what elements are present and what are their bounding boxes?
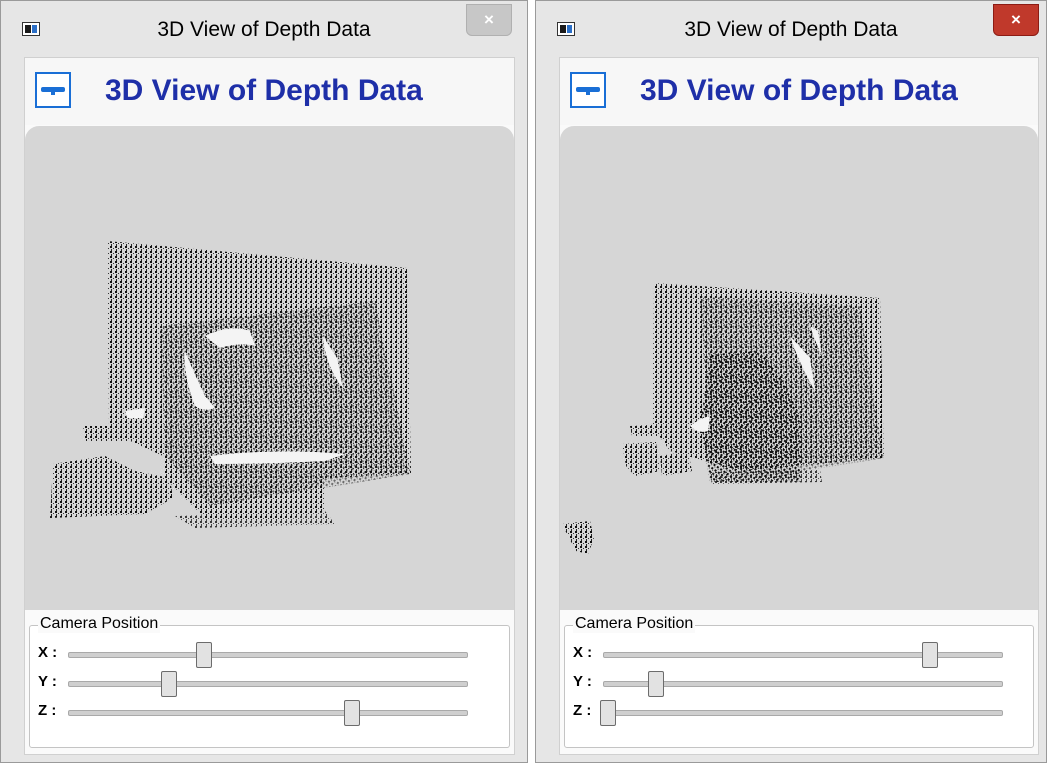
app-header: 3D View of Depth Data bbox=[560, 58, 1038, 125]
slider-thumb-y[interactable] bbox=[647, 671, 664, 697]
window-right: 3D View of Depth Data × 3D View of Depth… bbox=[535, 0, 1047, 763]
title-bar[interactable]: 3D View of Depth Data × bbox=[0, 0, 528, 50]
slider-x[interactable] bbox=[603, 642, 1003, 668]
slider-z[interactable] bbox=[600, 700, 1003, 726]
close-icon: × bbox=[1011, 10, 1021, 29]
slider-y[interactable] bbox=[68, 671, 468, 697]
kinect-sensor-icon bbox=[35, 72, 71, 108]
slider-label-x: X : bbox=[38, 644, 58, 661]
slider-label-z: Z : bbox=[38, 702, 57, 719]
slider-z[interactable] bbox=[68, 700, 468, 726]
depth-viewport[interactable] bbox=[560, 126, 1038, 610]
client-area: 3D View of Depth Data Camera Position X … bbox=[559, 57, 1039, 755]
slider-label-y: Y : bbox=[38, 673, 57, 690]
window-left: 3D View of Depth Data × 3D View of Depth… bbox=[0, 0, 528, 763]
point-cloud-render bbox=[562, 283, 884, 554]
slider-thumb-z[interactable] bbox=[343, 700, 360, 726]
window-title: 3D View of Depth Data bbox=[157, 18, 371, 41]
camera-position-legend: Camera Position bbox=[38, 615, 161, 633]
slider-thumb-x[interactable] bbox=[196, 642, 213, 668]
app-header: 3D View of Depth Data bbox=[25, 58, 514, 125]
slider-row-z: Z : bbox=[38, 700, 468, 726]
slider-row-x: X : bbox=[38, 642, 468, 668]
slider-label-z: Z : bbox=[573, 702, 592, 719]
slider-row-x: X : bbox=[573, 642, 1003, 668]
kinect-sensor-icon bbox=[570, 72, 606, 108]
close-button[interactable]: × bbox=[993, 4, 1039, 36]
camera-position-legend: Camera Position bbox=[573, 615, 696, 633]
slider-row-y: Y : bbox=[38, 671, 468, 697]
point-cloud-render bbox=[50, 241, 411, 528]
slider-thumb-y[interactable] bbox=[160, 671, 177, 697]
camera-position-group: Camera Position X : Y : Z : bbox=[564, 615, 1034, 748]
window-title: 3D View of Depth Data bbox=[684, 18, 898, 41]
camera-position-group: Camera Position X : Y : Z : bbox=[29, 615, 510, 748]
slider-x[interactable] bbox=[68, 642, 468, 668]
slider-thumb-z[interactable] bbox=[600, 700, 616, 726]
depth-viewport[interactable] bbox=[25, 126, 514, 610]
slider-y[interactable] bbox=[603, 671, 1003, 697]
slider-row-y: Y : bbox=[573, 671, 1003, 697]
close-button[interactable]: × bbox=[466, 4, 512, 36]
title-bar[interactable]: 3D View of Depth Data × bbox=[535, 0, 1047, 50]
app-title: 3D View of Depth Data bbox=[105, 74, 423, 107]
slider-label-y: Y : bbox=[573, 673, 592, 690]
slider-label-x: X : bbox=[573, 644, 593, 661]
client-area: 3D View of Depth Data Camera Position X … bbox=[24, 57, 515, 755]
app-title: 3D View of Depth Data bbox=[640, 74, 958, 107]
close-icon: × bbox=[484, 10, 494, 29]
slider-row-z: Z : bbox=[573, 700, 1003, 726]
slider-thumb-x[interactable] bbox=[922, 642, 939, 668]
